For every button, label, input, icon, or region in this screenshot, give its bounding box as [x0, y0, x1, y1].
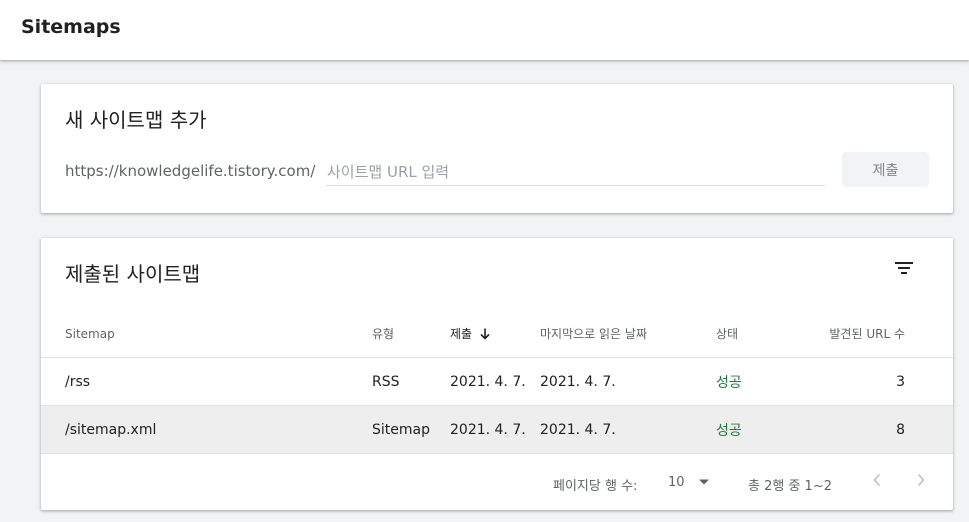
- rows-per-page-value: 10: [668, 474, 685, 490]
- column-header-discovered-urls[interactable]: 발견된 URL 수: [829, 310, 905, 357]
- column-header-last-read[interactable]: 마지막으로 읽은 날짜: [540, 310, 647, 357]
- sitemap-path: /sitemap.xml: [65, 421, 157, 438]
- add-sitemap-heading: 새 사이트맵 추가: [65, 108, 207, 132]
- table-header: Sitemap 유형 제출 마지막으로 읽은 날짜 상태 발견된 URL 수: [41, 310, 953, 358]
- pagination-range: 총 2행 중 1~2: [748, 479, 832, 494]
- discovered-url-count: 3: [896, 373, 905, 390]
- submitted-date: 2021. 4. 7.: [450, 373, 526, 390]
- table-row[interactable]: /rss RSS 2021. 4. 7. 2021. 4. 7. 성공 3: [41, 358, 953, 406]
- submitted-sitemaps-card: 제출된 사이트맵 Sitemap 유형 제출 마지막으로 읽은 날짜 상태 발견…: [41, 238, 953, 510]
- submitted-date: 2021. 4. 7.: [450, 421, 526, 438]
- column-header-submitted-label: 제출: [450, 327, 473, 341]
- previous-page-button[interactable]: [865, 468, 889, 492]
- add-sitemap-card: 새 사이트맵 추가 https://knowledgelife.tistory.…: [41, 84, 953, 213]
- status-badge: 성공: [716, 422, 742, 439]
- top-app-bar: Sitemaps: [0, 0, 969, 60]
- column-header-sitemap[interactable]: Sitemap: [65, 310, 115, 357]
- table-row[interactable]: /sitemap.xml Sitemap 2021. 4. 7. 2021. 4…: [41, 406, 953, 454]
- table-pagination: 페이지당 행 수: 10 총 2행 중 1~2: [41, 454, 953, 510]
- chevron-right-icon: [917, 473, 925, 487]
- arrow-down-icon: [480, 328, 490, 340]
- column-header-submitted[interactable]: 제출: [450, 310, 492, 357]
- rows-per-page-select[interactable]: 10: [668, 471, 714, 493]
- filter-icon[interactable]: [892, 256, 916, 280]
- sitemap-path: /rss: [65, 373, 91, 390]
- submit-sitemap-button[interactable]: 제출: [842, 152, 929, 187]
- discovered-url-count: 8: [896, 421, 905, 438]
- sitemap-type: RSS: [372, 373, 400, 390]
- next-page-button[interactable]: [909, 468, 933, 492]
- column-header-status[interactable]: 상태: [716, 310, 738, 357]
- dropdown-arrow-icon: [699, 479, 709, 485]
- page-title: Sitemaps: [21, 16, 121, 38]
- status-badge: 성공: [716, 374, 742, 391]
- last-read-date: 2021. 4. 7.: [540, 421, 616, 438]
- sitemap-type: Sitemap: [372, 421, 430, 438]
- chevron-left-icon: [873, 473, 881, 487]
- rows-per-page-label: 페이지당 행 수:: [553, 479, 638, 494]
- last-read-date: 2021. 4. 7.: [540, 373, 616, 390]
- submitted-sitemaps-heading: 제출된 사이트맵: [65, 262, 201, 286]
- column-header-type[interactable]: 유형: [372, 310, 394, 357]
- site-url-prefix: https://knowledgelife.tistory.com/: [65, 162, 316, 180]
- sitemap-url-input[interactable]: [326, 162, 825, 186]
